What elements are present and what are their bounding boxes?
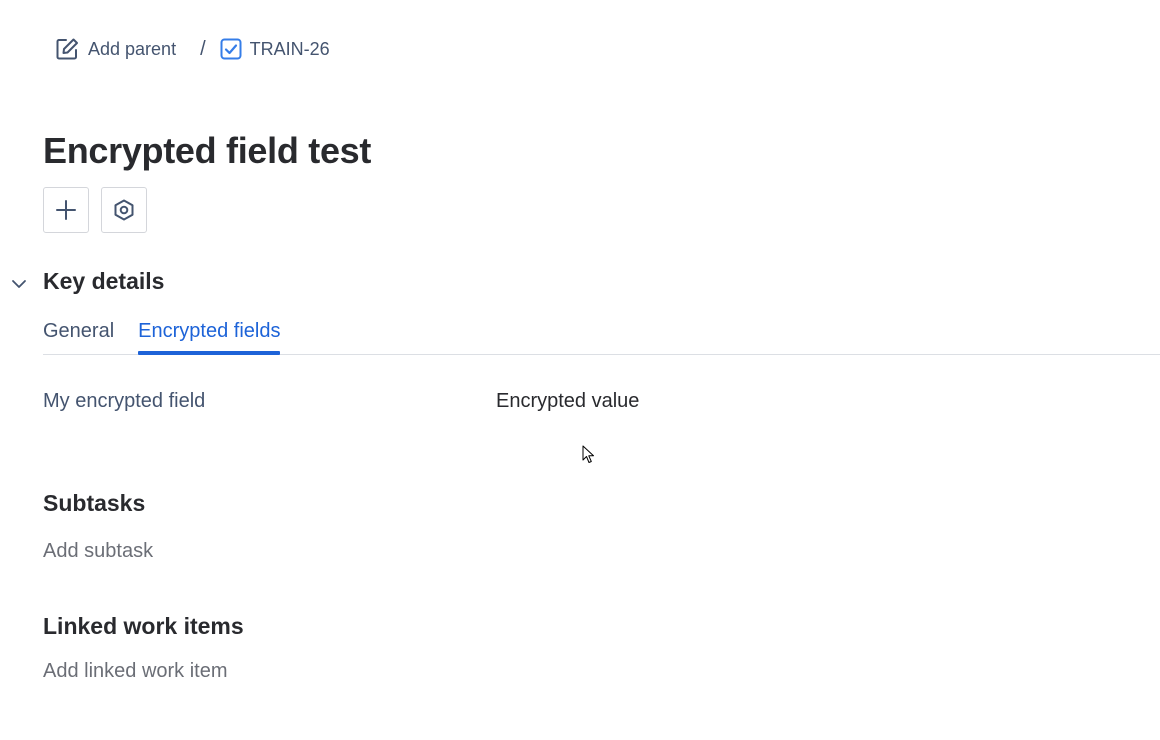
- issue-key: TRAIN-26: [249, 38, 330, 59]
- add-subtask-button[interactable]: Add subtask: [43, 540, 153, 563]
- key-details-tabs: General Encrypted fields: [43, 317, 1160, 355]
- tab-general[interactable]: General: [43, 317, 114, 354]
- field-label: My encrypted field: [43, 390, 206, 412]
- breadcrumb-separator: /: [200, 37, 206, 60]
- issue-action-bar: [43, 187, 147, 233]
- add-linked-work-item-button[interactable]: Add linked work item: [43, 660, 228, 683]
- task-checkbox-icon: [220, 38, 242, 60]
- field-row: My encrypted field Encrypted value: [43, 390, 743, 418]
- add-parent-label: Add parent: [88, 38, 177, 59]
- page-title[interactable]: Encrypted field test: [43, 130, 371, 172]
- edit-icon: [56, 38, 78, 60]
- key-details-collapse-toggle[interactable]: [10, 275, 28, 293]
- add-button[interactable]: [43, 187, 89, 233]
- apps-button[interactable]: [101, 187, 147, 233]
- breadcrumb: Add parent / TRAIN-26: [54, 34, 330, 64]
- hexagon-icon: [114, 199, 134, 221]
- field-value[interactable]: Encrypted value: [496, 390, 639, 413]
- issue-key-link[interactable]: TRAIN-26: [220, 38, 330, 60]
- add-parent-button[interactable]: Add parent: [54, 36, 176, 62]
- plus-icon: [56, 200, 76, 220]
- mouse-cursor-icon: [582, 445, 594, 463]
- tab-encrypted-fields[interactable]: Encrypted fields: [138, 317, 281, 355]
- linked-work-items-heading: Linked work items: [43, 613, 244, 639]
- subtasks-heading: Subtasks: [43, 490, 146, 516]
- chevron-down-icon: [12, 280, 26, 288]
- key-details-heading: Key details: [43, 268, 165, 294]
